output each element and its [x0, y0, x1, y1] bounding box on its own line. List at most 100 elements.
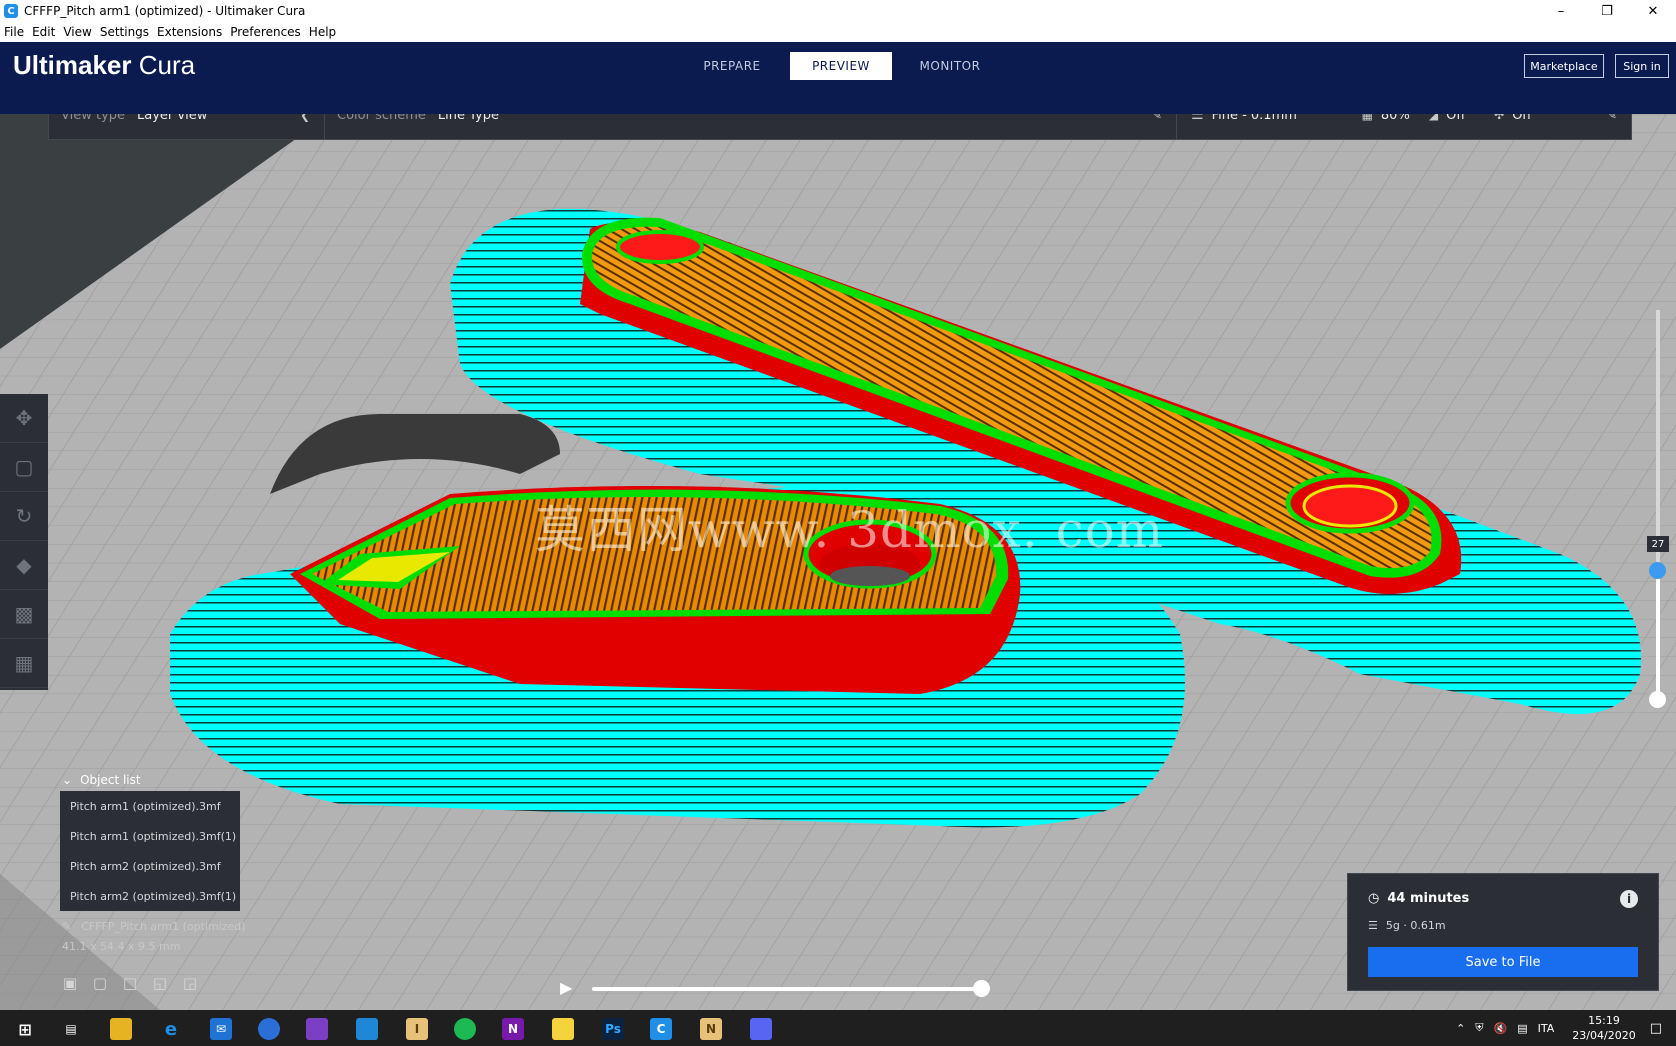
move-tool-icon[interactable]: ✥	[0, 394, 48, 443]
3d-viewport[interactable]: View type Layer view ❮ Color scheme Line…	[0, 114, 1676, 1010]
camera-view-buttons: ▣ ▢ □ ◱ ◲	[62, 974, 198, 992]
firefox-icon[interactable]	[258, 1018, 280, 1040]
photoshop-icon[interactable]: Ps	[602, 1018, 624, 1040]
object-info: ✎ CFFFP_Pitch arm1 (optimized) 41.1 x 54…	[62, 920, 246, 953]
archive-icon[interactable]: I	[406, 1018, 428, 1040]
path-slider-handle[interactable]	[973, 980, 990, 997]
object-list-toggle[interactable]: ⌄ Object list	[62, 773, 141, 787]
windows-start-icon[interactable]: ⊞	[14, 1018, 36, 1040]
profile-value: Fine - 0.1mm	[1211, 114, 1297, 123]
adhesion-icon: ✣	[1494, 114, 1505, 122]
vscode-icon[interactable]	[356, 1018, 378, 1040]
chevron-up-icon[interactable]: ⌃	[1456, 1022, 1465, 1035]
notepad-icon[interactable]: N	[700, 1018, 722, 1040]
rotate-tool-icon[interactable]: ↻	[0, 492, 48, 541]
minimize-icon[interactable]: –	[1538, 0, 1584, 22]
marketplace-button[interactable]: Marketplace	[1524, 54, 1604, 78]
material-usage: 5g · 0.61m	[1385, 919, 1446, 932]
shield-icon[interactable]: ⛨	[1475, 1021, 1483, 1035]
print-settings-bar: View type Layer view ❮ Color scheme Line…	[48, 114, 1632, 140]
object-list-header: Object list	[80, 773, 141, 787]
menu-help[interactable]: Help	[305, 25, 340, 39]
tab-monitor[interactable]: MONITOR	[898, 52, 1002, 80]
top-view-icon[interactable]: □	[122, 974, 138, 992]
per-model-settings-icon[interactable]: ▩	[0, 590, 48, 639]
play-simulation-icon[interactable]: ▶	[560, 978, 572, 997]
infill-icon: ▦	[1361, 114, 1373, 122]
print-setup-selector[interactable]: ☰ Fine - 0.1mm ▦ 80% ◢ Off ✣ On ✎	[1177, 114, 1631, 139]
support-value: Off	[1446, 114, 1466, 123]
save-to-file-button[interactable]: Save to File	[1368, 947, 1638, 977]
onenote-icon[interactable]: N	[502, 1018, 524, 1040]
color-scheme-selector[interactable]: Color scheme Line Type ✎	[325, 114, 1177, 139]
task-view-icon[interactable]: ▤	[60, 1018, 82, 1040]
window-titlebar: C CFFFP_Pitch arm1 (optimized) - Ultimak…	[0, 0, 1676, 22]
right-view-icon[interactable]: ◲	[182, 974, 198, 992]
object-list-item[interactable]: Pitch arm2 (optimized).3mf(1)	[60, 881, 240, 911]
network-icon[interactable]: ▤	[1517, 1022, 1527, 1035]
menu-extensions[interactable]: Extensions	[153, 25, 226, 39]
object-list-item[interactable]: Pitch arm2 (optimized).3mf	[60, 851, 240, 881]
sticky-notes-icon[interactable]	[552, 1018, 574, 1040]
menu-settings[interactable]: Settings	[96, 25, 153, 39]
object-name: CFFFP_Pitch arm1 (optimized)	[81, 920, 246, 933]
watermark-text: 莫西网www. 3dmox. com	[535, 501, 1165, 559]
info-icon[interactable]: i	[1620, 890, 1638, 908]
pencil-icon[interactable]: ✎	[62, 920, 71, 933]
discord-icon[interactable]	[750, 1018, 772, 1040]
tab-preview[interactable]: PREVIEW	[790, 52, 892, 80]
spotify-icon[interactable]	[454, 1018, 476, 1040]
visual-studio-icon[interactable]	[306, 1018, 328, 1040]
window-controls: – ❐ ✕	[1538, 0, 1676, 22]
file-explorer-icon[interactable]	[110, 1018, 132, 1040]
menu-edit[interactable]: Edit	[28, 25, 59, 39]
mail-icon[interactable]: ✉	[210, 1018, 232, 1040]
support-blocker-icon[interactable]: ▦	[0, 639, 48, 688]
layers-icon: ☰	[1191, 114, 1204, 123]
logo-light: Cura	[138, 50, 196, 80]
windows-taskbar: ⊞ ▤ e ✉ I N Ps C N ⌃ ⛨ 🔇 ▤ ITA 15:19 23/…	[0, 1010, 1676, 1046]
close-icon[interactable]: ✕	[1630, 0, 1676, 22]
print-time: 44 minutes	[1387, 891, 1470, 906]
layer-number[interactable]: 27	[1647, 536, 1669, 552]
clock-time: 15:19	[1588, 1014, 1620, 1027]
mirror-tool-icon[interactable]: ◆	[0, 541, 48, 590]
cura-app-icon: C	[4, 4, 18, 18]
color-scheme-label: Color scheme	[337, 114, 426, 123]
print-output-panel: ◷ 44 minutes i ☰ 5g · 0.61m Save to File	[1347, 873, 1659, 991]
volume-muted-icon[interactable]: 🔇	[1494, 1022, 1508, 1035]
long-arm-hole-a	[616, 230, 704, 264]
menu-preferences[interactable]: Preferences	[226, 25, 305, 39]
short-arm-hole-floor	[830, 566, 910, 586]
layer-slider-lower-handle[interactable]	[1649, 691, 1666, 708]
tool-sidebar: ✥ ▢ ↻ ◆ ▩ ▦	[0, 394, 48, 690]
3d-view-icon[interactable]: ▣	[62, 974, 78, 992]
view-type-selector[interactable]: View type Layer view ❮	[49, 114, 325, 139]
sign-in-button[interactable]: Sign in	[1615, 54, 1669, 78]
notifications-icon[interactable]: □	[1650, 1021, 1662, 1036]
long-arm-hole-b-inner	[1302, 484, 1398, 528]
chevron-left-icon: ❮	[299, 114, 310, 122]
front-view-icon[interactable]: ▢	[92, 974, 108, 992]
layer-slider-upper-handle[interactable]	[1649, 562, 1666, 579]
menu-file[interactable]: File	[0, 25, 28, 39]
system-tray: ⌃ ⛨ 🔇 ▤ ITA 15:19 23/04/2020 □	[1456, 1010, 1676, 1046]
clock[interactable]: 15:19 23/04/2020	[1572, 1013, 1635, 1043]
scale-tool-icon[interactable]: ▢	[0, 443, 48, 492]
object-list-item[interactable]: Pitch arm1 (optimized).3mf	[60, 791, 240, 821]
path-slider-track[interactable]	[592, 987, 982, 991]
logo-bold: Ultimaker	[13, 50, 132, 80]
edge-icon[interactable]: e	[160, 1018, 182, 1040]
infill-value: 80%	[1380, 114, 1410, 123]
material-spool-icon: ☰	[1368, 919, 1378, 932]
menu-view[interactable]: View	[59, 25, 95, 39]
language-indicator[interactable]: ITA	[1538, 1022, 1555, 1035]
restore-icon[interactable]: ❐	[1584, 0, 1630, 22]
cura-taskbar-icon[interactable]: C	[650, 1018, 672, 1040]
tab-prepare[interactable]: PREPARE	[680, 52, 784, 80]
object-list-item[interactable]: Pitch arm1 (optimized).3mf(1)	[60, 821, 240, 851]
color-scheme-value: Line Type	[437, 114, 499, 123]
left-view-icon[interactable]: ◱	[152, 974, 168, 992]
object-list: Pitch arm1 (optimized).3mf Pitch arm1 (o…	[60, 791, 240, 911]
clock-icon: ◷	[1368, 891, 1380, 906]
